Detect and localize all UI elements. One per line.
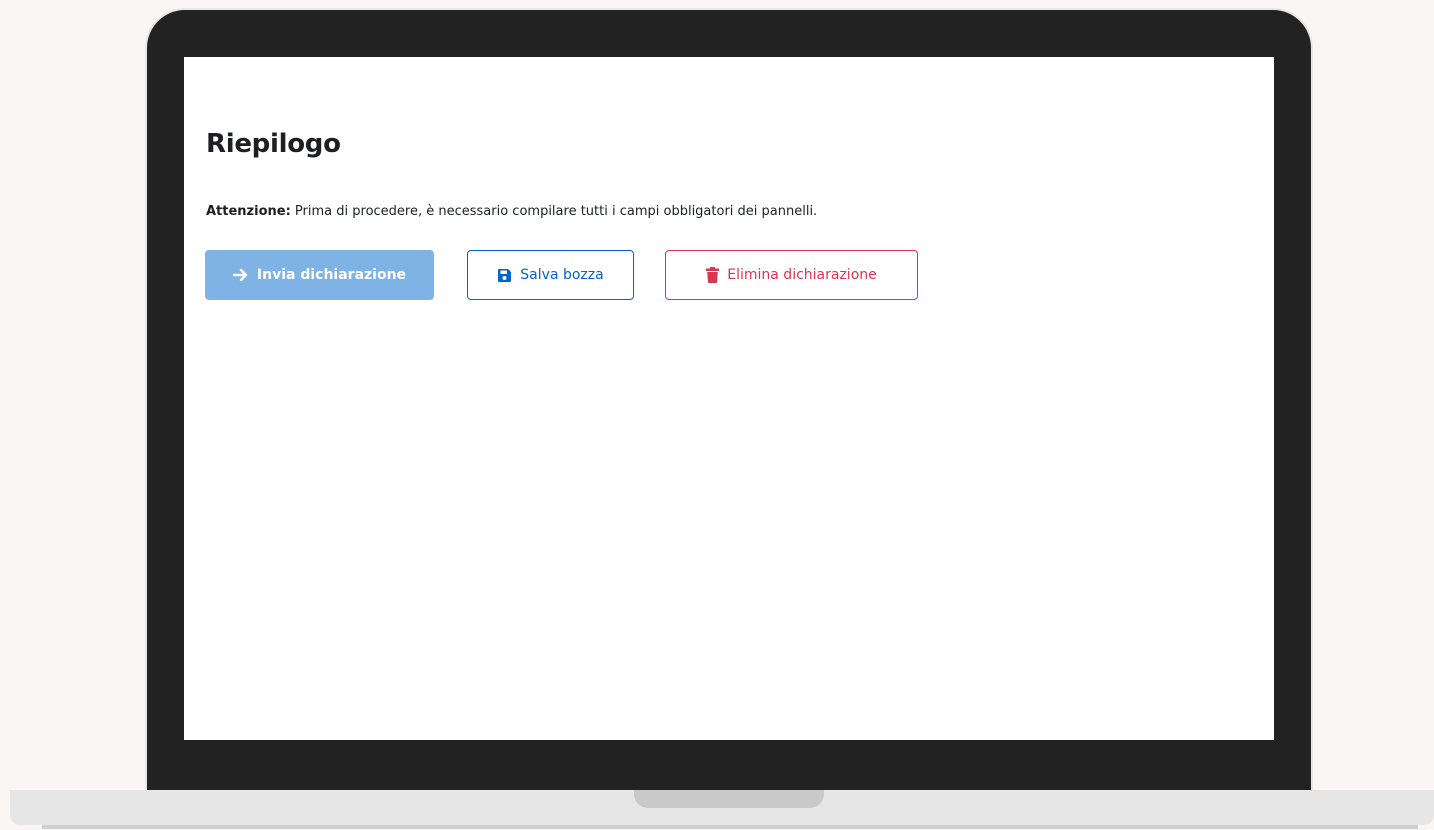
save-draft-label: Salva bozza	[520, 267, 604, 283]
submit-declaration-button[interactable]: Invia dichiarazione	[205, 250, 434, 300]
laptop-base-shadow	[42, 825, 1418, 829]
delete-declaration-button[interactable]: Elimina dichiarazione	[665, 250, 918, 300]
trash-icon	[706, 267, 720, 283]
submit-declaration-label: Invia dichiarazione	[256, 267, 407, 283]
warning-notice: Attenzione: Prima di procedere, è necess…	[206, 204, 817, 219]
app-screen: Riepilogo Attenzione: Prima di procedere…	[184, 57, 1274, 740]
save-draft-button[interactable]: Salva bozza	[467, 250, 634, 300]
arrow-right-icon	[232, 268, 249, 282]
floppy-disk-icon	[497, 268, 512, 283]
delete-declaration-label: Elimina dichiarazione	[727, 267, 877, 283]
laptop-notch	[634, 790, 824, 808]
notice-text: Prima di procedere, è necessario compila…	[290, 204, 818, 219]
page-title: Riepilogo	[206, 129, 341, 159]
laptop-mockup: Riepilogo Attenzione: Prima di procedere…	[0, 0, 1434, 830]
notice-label: Attenzione:	[206, 204, 291, 219]
